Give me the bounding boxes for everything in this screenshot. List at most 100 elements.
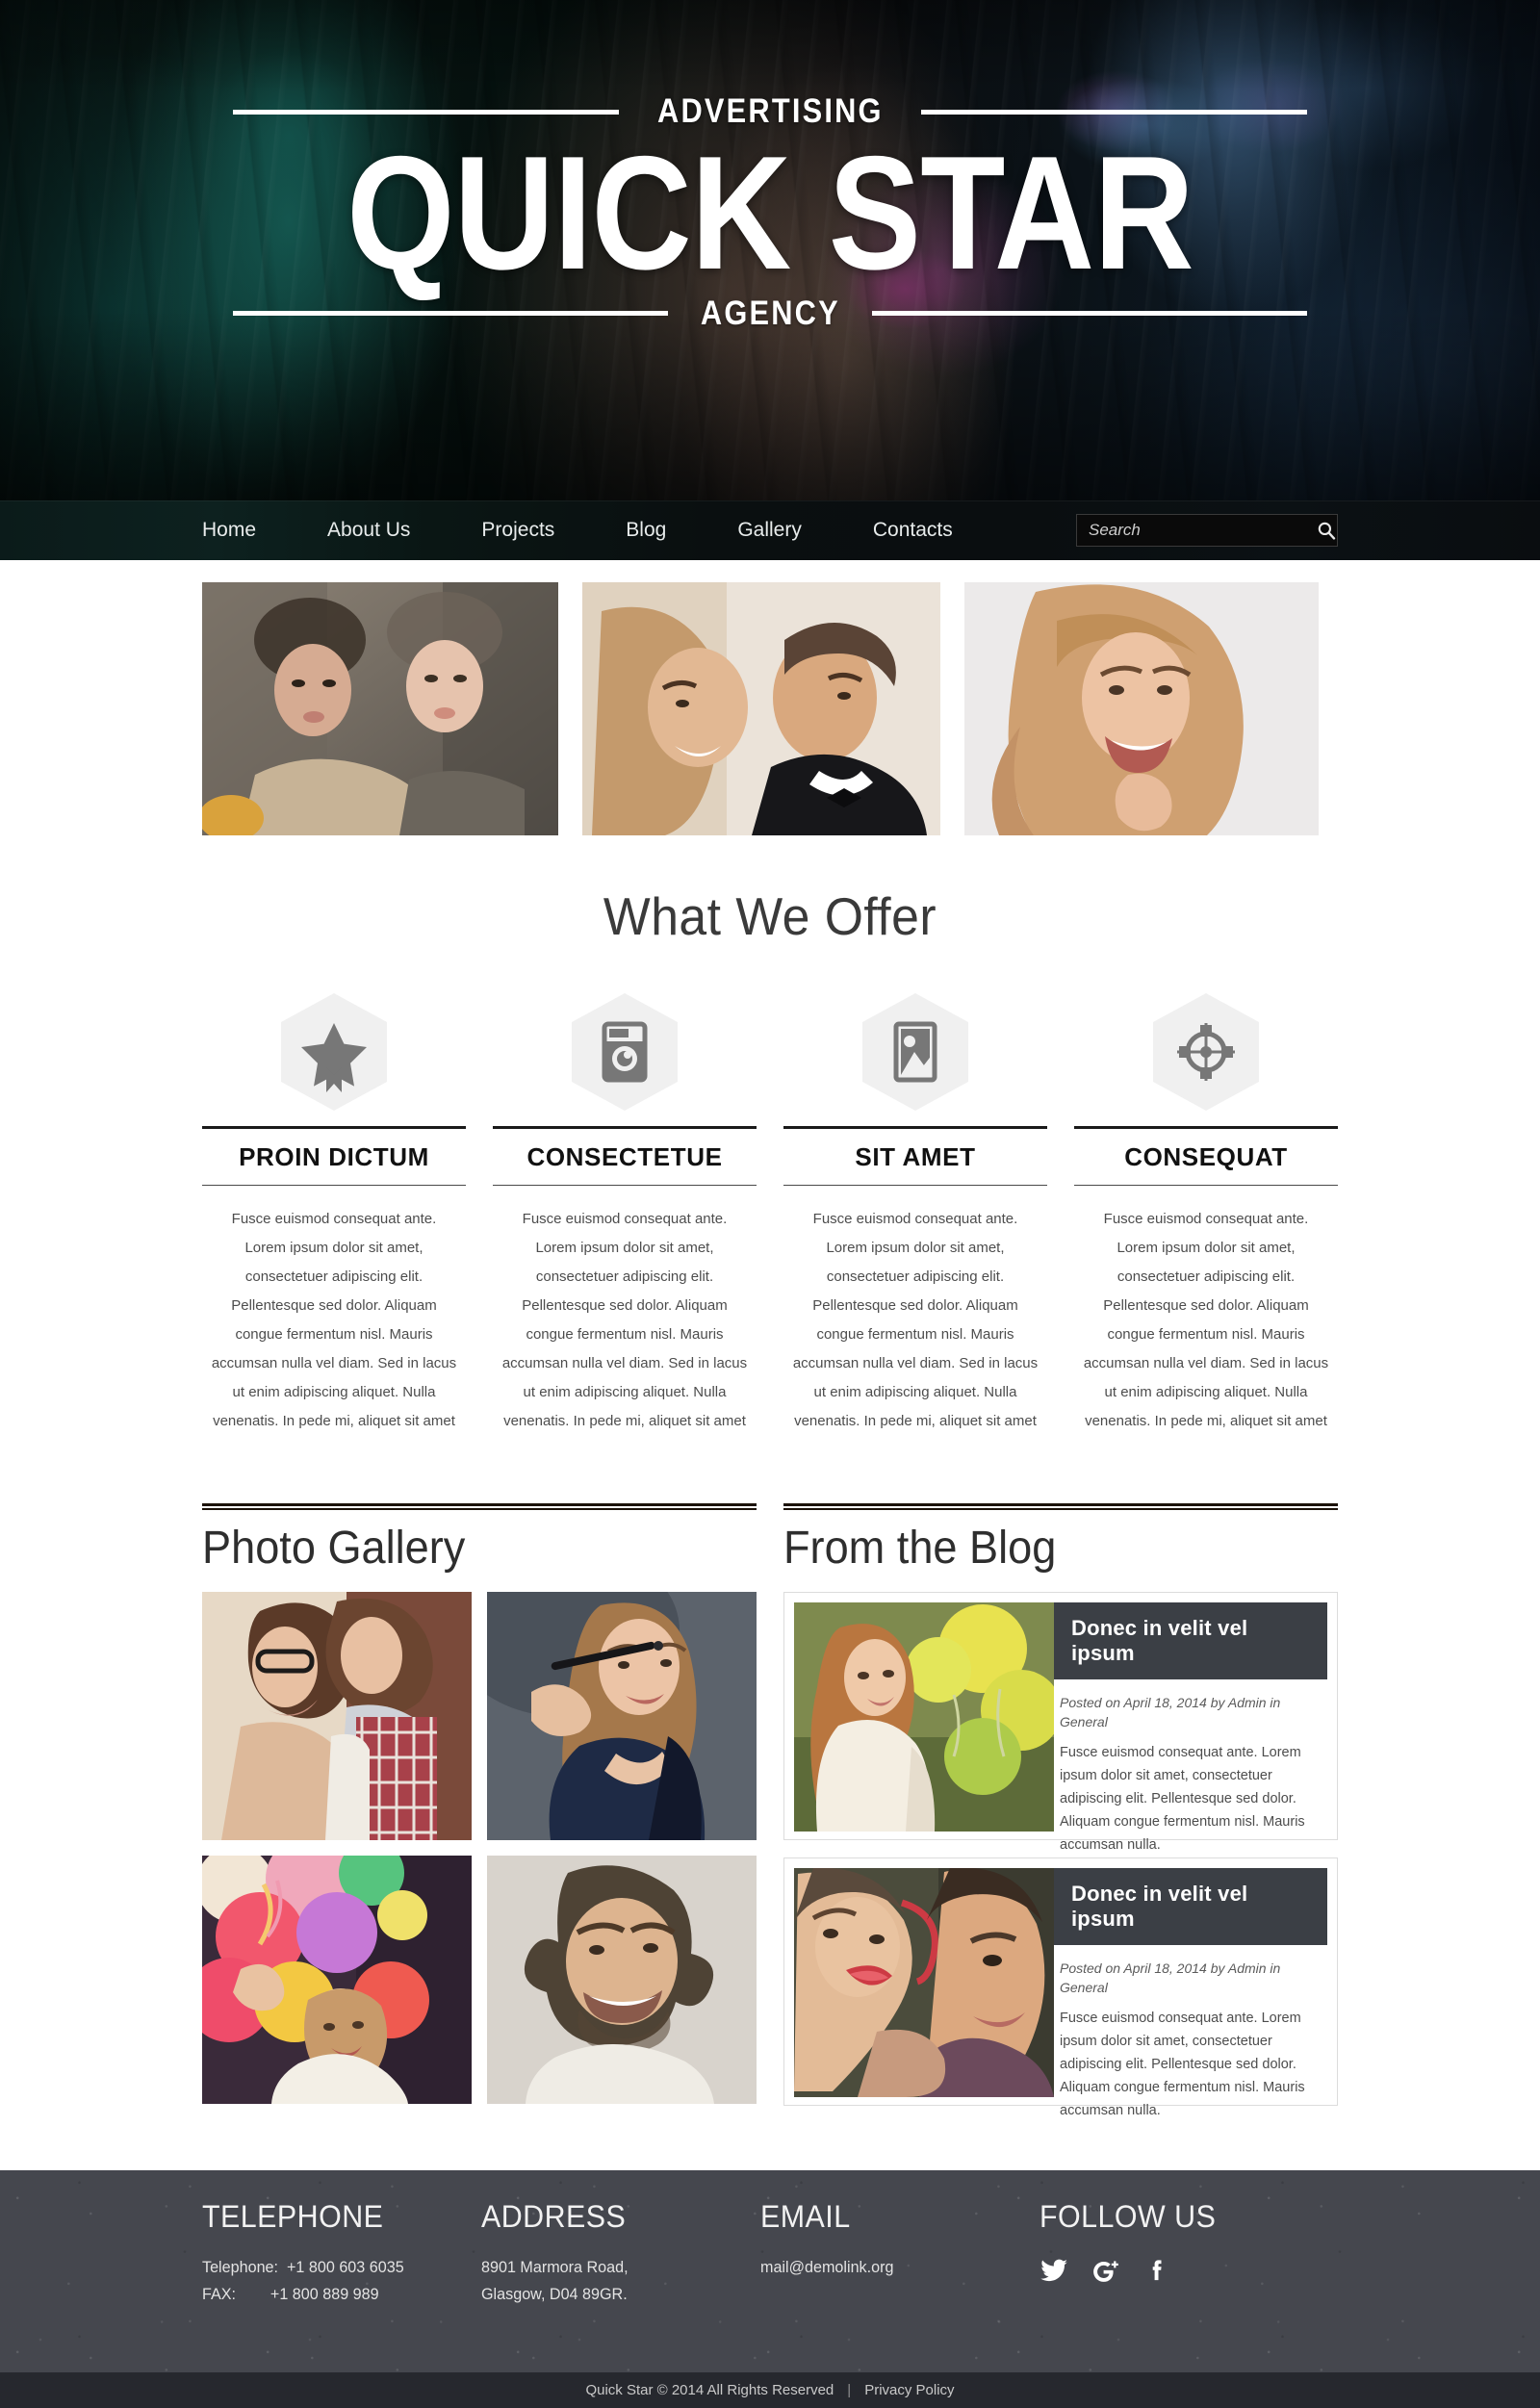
feature-2-icon-wrap xyxy=(493,993,757,1111)
feature-1-icon-wrap xyxy=(202,993,466,1111)
footer-address-column: ADDRESS 8901 Marmora Road, Glasgow, D04 … xyxy=(481,2199,760,2306)
social-link-google-plus[interactable] xyxy=(1091,2256,1120,2289)
page-title-offer: What We Offer xyxy=(603,886,937,946)
gallery-item-2[interactable] xyxy=(487,1592,757,1840)
feature-card-1[interactable]: PROIN DICTUM Fusce euismod consequat ant… xyxy=(202,993,466,1436)
social-link-twitter[interactable] xyxy=(1040,2256,1068,2289)
blog-post-2-title: Donec in velit vel ipsum xyxy=(1054,1868,1327,1945)
hero-slider xyxy=(202,560,1338,835)
blog-post-2[interactable]: Donec in velit vel ipsum Posted on April… xyxy=(783,1857,1338,2118)
gallery-grid xyxy=(202,1592,757,2104)
blog-post-2-body: Donec in velit vel ipsum Posted on April… xyxy=(1054,1868,1327,2118)
blog-post-1-text: Fusce euismod consequat ante. Lorem ipsu… xyxy=(1060,1745,1305,1853)
slide-1-image xyxy=(202,582,558,835)
footer-telephone-line-1: Telephone: +1 800 603 6035 xyxy=(202,2258,404,2276)
copyright-bar: Quick Star © 2014 All Rights Reserved | … xyxy=(0,2372,1540,2408)
feature-4-icon-wrap xyxy=(1074,993,1338,1111)
gallery-divider xyxy=(202,1503,757,1510)
copyright-separator: | xyxy=(847,2382,852,2398)
logo-rule-right-2 xyxy=(872,311,1307,317)
blog-divider xyxy=(783,1503,1338,1510)
nav-item-about-us[interactable]: About Us xyxy=(292,519,446,542)
camera-icon xyxy=(572,993,678,1111)
feature-1-title: PROIN DICTUM xyxy=(202,1126,466,1186)
feature-3-icon-wrap xyxy=(783,993,1047,1111)
feature-card-3[interactable]: SIT AMET Fusce euismod consequat ante. L… xyxy=(783,993,1047,1436)
site-header: ADVERTISING QUICK STAR AGENCY xyxy=(0,0,1540,500)
blog-post-2-text: Fusce euismod consequat ante. Lorem ipsu… xyxy=(1060,2011,1305,2118)
blog-title: From the Blog xyxy=(783,1523,1057,1574)
blog-post-1-body: Donec in velit vel ipsum Posted on April… xyxy=(1054,1602,1327,1853)
feature-4-title: CONSEQUAT xyxy=(1074,1126,1338,1186)
feature-4-text: Fusce euismod consequat ante. Lorem ipsu… xyxy=(1083,1211,1329,1429)
main-navigation: Home About Us Projects Blog Gallery Cont… xyxy=(0,500,1540,560)
slide-2-image xyxy=(582,582,940,835)
gallery-item-3[interactable] xyxy=(202,1856,472,2104)
feature-card-4[interactable]: CONSEQUAT Fusce euismod consequat ante. … xyxy=(1074,993,1338,1436)
feature-2-text: Fusce euismod consequat ante. Lorem ipsu… xyxy=(501,1211,748,1429)
slide-3[interactable] xyxy=(964,582,1319,835)
search-input[interactable] xyxy=(1077,515,1316,546)
footer-telephone-column: TELEPHONE Telephone: +1 800 603 6035 FAX… xyxy=(202,2199,481,2306)
features-row: PROIN DICTUM Fusce euismod consequat ant… xyxy=(202,993,1338,1436)
feature-1-text: Fusce euismod consequat ante. Lorem ipsu… xyxy=(211,1211,457,1429)
blog-post-1[interactable]: Donec in velit vel ipsum Posted on April… xyxy=(783,1592,1338,1853)
footer-address-line-2: Glasgow, D04 89GR. xyxy=(481,2285,628,2303)
blog-post-2-meta: Posted on April 18, 2014 by Admin in Gen… xyxy=(1060,1960,1281,1995)
logo-kicker-bottom: AGENCY xyxy=(700,294,840,332)
feature-2-title: CONSECTETUE xyxy=(493,1126,757,1186)
nav-item-gallery[interactable]: Gallery xyxy=(702,519,837,542)
footer-telephone-line-2: FAX: +1 800 889 989 xyxy=(202,2285,379,2303)
logo-rule-left xyxy=(233,109,619,115)
target-icon xyxy=(1153,993,1259,1111)
search-box xyxy=(1076,514,1338,547)
star-icon xyxy=(281,993,387,1111)
slide-2[interactable] xyxy=(582,582,940,835)
blog-post-1-title: Donec in velit vel ipsum xyxy=(1054,1602,1327,1679)
nav-item-projects[interactable]: Projects xyxy=(446,519,590,542)
footer-follow-column: FOLLOW US xyxy=(1040,2199,1319,2306)
site-footer: TELEPHONE Telephone: +1 800 603 6035 FAX… xyxy=(0,2170,1540,2372)
logo-rule-right xyxy=(921,109,1308,115)
slide-3-image xyxy=(964,582,1319,835)
lower-section: Photo Gallery From the Blog Donec in vel… xyxy=(202,1503,1338,2123)
gallery-item-4[interactable] xyxy=(487,1856,757,2104)
logo-brand: QUICK STAR xyxy=(346,122,1194,303)
feature-3-text: Fusce euismod consequat ante. Lorem ipsu… xyxy=(792,1211,1039,1429)
footer-address-heading: ADDRESS xyxy=(481,2199,627,2234)
search-icon xyxy=(1318,522,1336,540)
blog-post-1-image xyxy=(794,1602,1054,1832)
facebook-icon xyxy=(1152,2260,1162,2281)
footer-email-link[interactable]: mail@demolink.org xyxy=(760,2256,1026,2279)
feature-3-title: SIT AMET xyxy=(783,1126,1047,1186)
blog-post-1-thumb[interactable] xyxy=(794,1602,1054,1832)
logo-rule-left-2 xyxy=(233,311,668,317)
social-links xyxy=(1040,2256,1319,2289)
photo-gallery-title: Photo Gallery xyxy=(202,1523,466,1574)
copyright-text: Quick Star © 2014 All Rights Reserved xyxy=(585,2382,834,2398)
nav-item-home[interactable]: Home xyxy=(202,519,292,542)
gallery-item-3-image xyxy=(202,1856,472,2104)
search-button[interactable] xyxy=(1316,515,1337,546)
blog-post-1-meta: Posted on April 18, 2014 by Admin in Gen… xyxy=(1060,1695,1281,1729)
twitter-icon xyxy=(1040,2259,1067,2282)
nav-links: Home About Us Projects Blog Gallery Cont… xyxy=(202,519,988,542)
privacy-policy-link[interactable]: Privacy Policy xyxy=(864,2382,954,2398)
feature-card-2[interactable]: CONSECTETUE Fusce euismod consequat ante… xyxy=(493,993,757,1436)
google-plus-icon xyxy=(1093,2261,1118,2282)
footer-address-line-1: 8901 Marmora Road, xyxy=(481,2258,629,2276)
blog-post-2-image xyxy=(794,1868,1054,2097)
gallery-item-1[interactable] xyxy=(202,1592,472,1840)
footer-follow-heading: FOLLOW US xyxy=(1040,2199,1217,2234)
footer-email-heading: EMAIL xyxy=(760,2199,851,2234)
footer-telephone-heading: TELEPHONE xyxy=(202,2199,384,2234)
social-link-facebook[interactable] xyxy=(1143,2256,1172,2289)
nav-item-contacts[interactable]: Contacts xyxy=(837,519,988,542)
page-root: ADVERTISING QUICK STAR AGENCY Home About… xyxy=(0,0,1540,2408)
nav-item-blog[interactable]: Blog xyxy=(590,519,702,542)
blog-post-2-thumb[interactable] xyxy=(794,1868,1054,2097)
slide-1[interactable] xyxy=(202,582,558,835)
site-logo[interactable]: ADVERTISING QUICK STAR AGENCY xyxy=(0,92,1540,333)
blog-column: From the Blog Donec in velit vel ipsum P… xyxy=(783,1503,1338,2123)
photo-gallery-column: Photo Gallery xyxy=(202,1503,757,2123)
